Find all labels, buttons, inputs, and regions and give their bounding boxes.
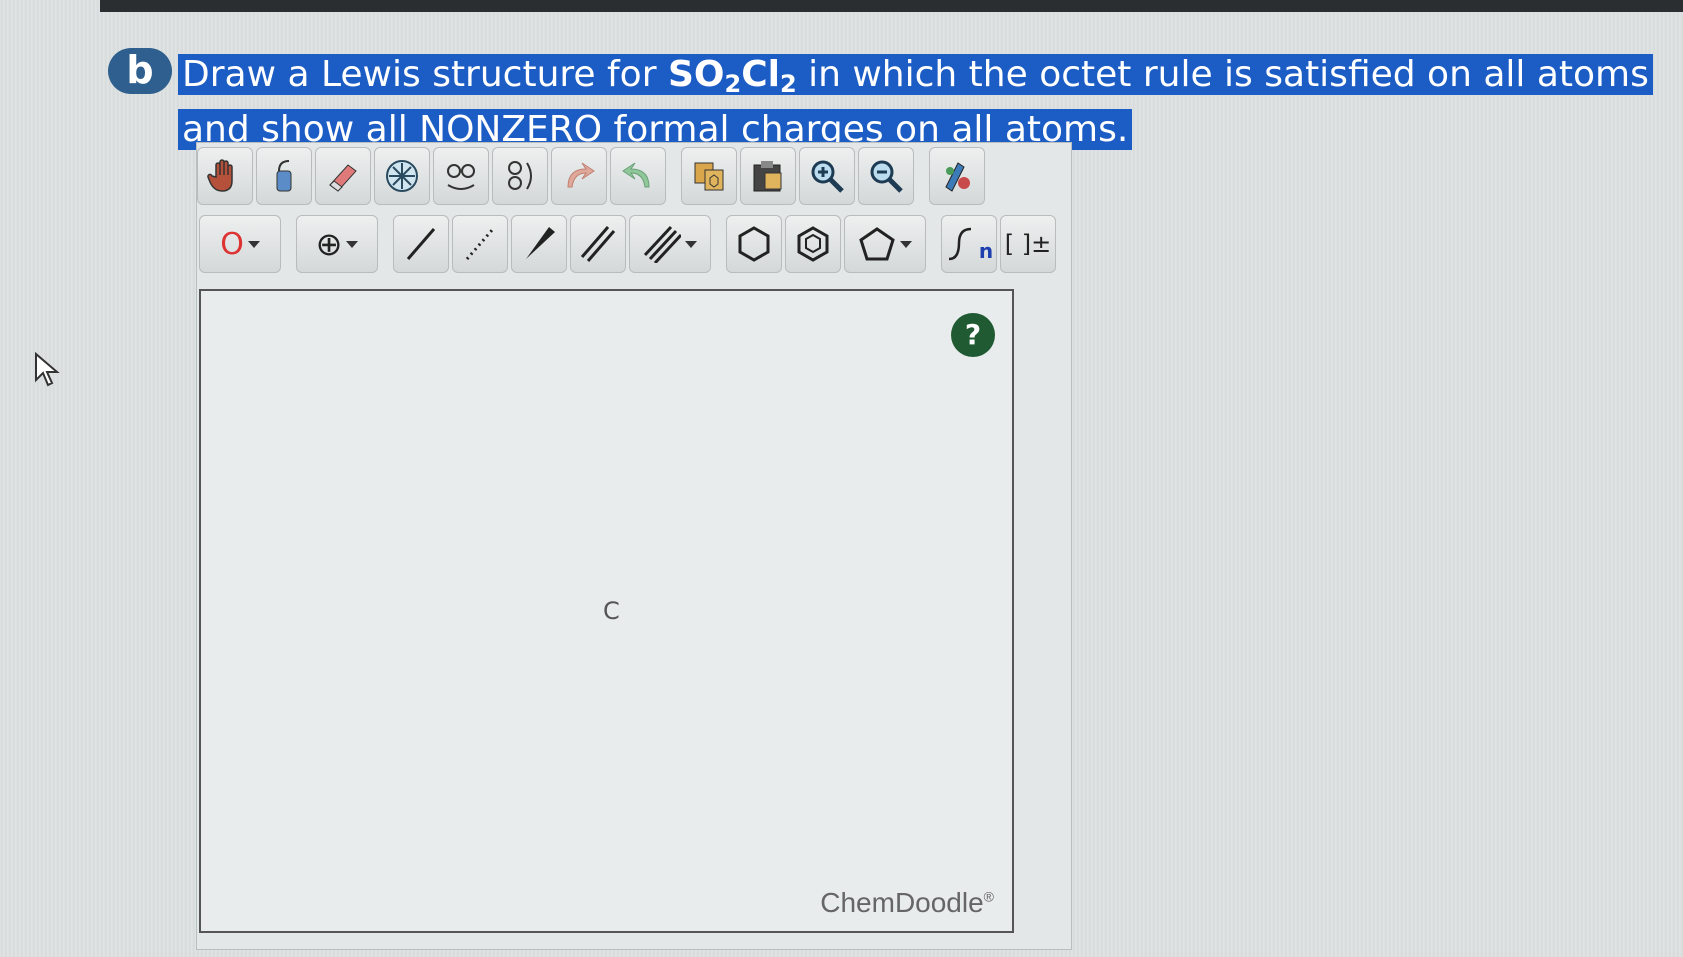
flip-h-icon [447, 164, 475, 190]
repeat-unit-button[interactable]: n [941, 215, 997, 273]
pentagon-ring-icon [859, 227, 895, 261]
benzene-ring-button[interactable] [726, 215, 782, 273]
single-bond-icon [406, 228, 436, 260]
paste-button[interactable] [740, 147, 796, 205]
copy-button[interactable] [681, 147, 737, 205]
wedge-bond-button[interactable] [511, 215, 567, 273]
drawing-canvas[interactable]: ? C ChemDoodle® [199, 289, 1014, 933]
hashed-bond-button[interactable] [452, 215, 508, 273]
paste-icon [753, 161, 782, 192]
clean-button[interactable] [929, 147, 985, 205]
ring-dropdown[interactable] [844, 215, 926, 273]
mouse-cursor-icon [35, 352, 60, 387]
eraser-tool-button[interactable] [315, 147, 371, 205]
brand-name: ChemDoodle [820, 887, 984, 918]
bracket-charge-icon: [ ]± [1004, 230, 1052, 258]
triple-bond-icon [643, 225, 681, 263]
flip-horizontal-button[interactable] [433, 147, 489, 205]
copy-icon [694, 162, 724, 191]
hand-tool-button[interactable] [197, 147, 253, 205]
chevron-down-icon [346, 240, 359, 248]
brand-mark: ® [983, 888, 994, 905]
flip-vertical-button[interactable] [492, 147, 548, 205]
chevron-down-icon [900, 240, 912, 248]
chemdoodle-editor: O ⊕ n []± ? C ChemDoodle® [196, 142, 1072, 950]
atom-label: O [220, 226, 244, 262]
charge-dropdown[interactable]: ⊕ [296, 215, 378, 273]
atom-label-dropdown[interactable]: O [199, 215, 281, 273]
hashed-bond-icon [465, 228, 495, 260]
chevron-down-icon [247, 240, 260, 248]
undo-button[interactable] [551, 147, 607, 205]
double-bond-icon [580, 226, 616, 262]
charge-icon: ⊕ [315, 225, 343, 263]
toolbar-row-1 [197, 147, 985, 205]
lasso-tool-button[interactable] [256, 147, 312, 205]
zoom-in-icon [811, 160, 844, 193]
formula-cl: Cl [741, 54, 780, 95]
aromatic-ring-icon [797, 226, 829, 262]
center-icon [386, 160, 418, 192]
clean-icon [945, 162, 970, 192]
formula-sub-2: 2 [779, 70, 797, 98]
toolbar-row-2: O ⊕ n []± [199, 215, 1056, 273]
canvas-atom-c[interactable]: C [603, 597, 620, 625]
zoom-out-icon [870, 160, 903, 193]
double-bond-button[interactable] [570, 215, 626, 273]
question-text: Draw a Lewis structure for SO2Cl2 in whi… [178, 52, 1668, 152]
eraser-icon [329, 164, 357, 192]
part-badge: b [108, 48, 172, 94]
flip-v-icon [508, 161, 532, 190]
hexagon-ring-icon [738, 226, 770, 262]
formula-s: SO [667, 54, 725, 95]
center-button[interactable] [374, 147, 430, 205]
monitor-bezel [100, 0, 1683, 12]
redo-button[interactable] [610, 147, 666, 205]
chemdoodle-brand: ChemDoodle® [820, 887, 994, 919]
undo-icon [567, 162, 595, 188]
repeat-unit-label: n [978, 239, 994, 263]
hand-icon [207, 159, 233, 192]
chevron-down-icon [685, 240, 697, 248]
question-prefix: Draw a Lewis structure for [182, 54, 668, 95]
bracket-charge-button[interactable]: [ ]± [1000, 215, 1056, 273]
help-button[interactable]: ? [951, 313, 995, 357]
formula-sub-1: 2 [724, 70, 742, 98]
single-bond-button[interactable] [393, 215, 449, 273]
zoom-out-button[interactable] [858, 147, 914, 205]
redo-icon [622, 162, 650, 188]
zoom-in-button[interactable] [799, 147, 855, 205]
triple-bond-dropdown[interactable] [629, 215, 711, 273]
lasso-icon [276, 160, 292, 192]
aromatic-ring-button[interactable] [785, 215, 841, 273]
wedge-bond-icon [526, 227, 555, 259]
